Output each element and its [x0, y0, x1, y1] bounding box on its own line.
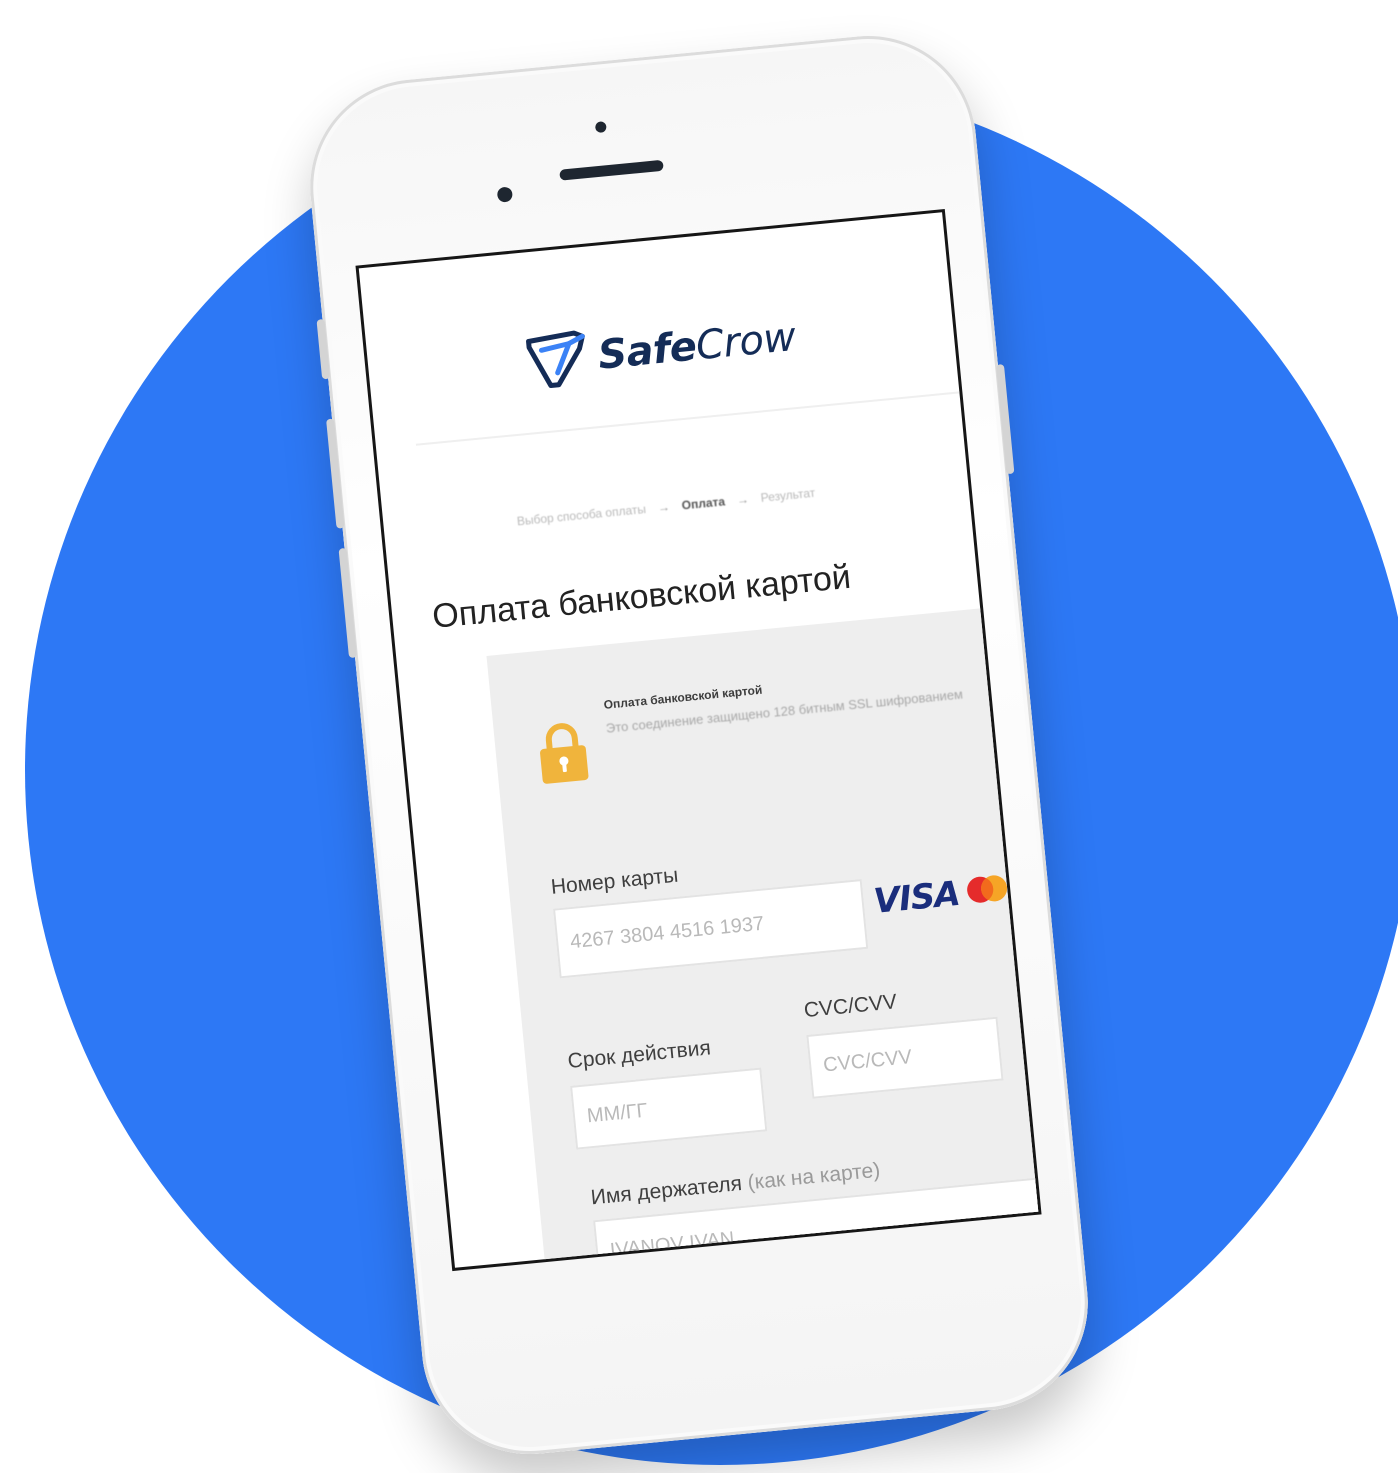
step-arrow-icon: → [736, 492, 750, 508]
expiry-label: Срок действия [566, 1036, 712, 1073]
brand-name-strong: Safe [596, 323, 699, 379]
cvc-input[interactable]: CVC/CVV [806, 1016, 1004, 1099]
brand-name-light: Crow [693, 313, 798, 370]
security-text: Это соединение защищено 128 битным SSL ш… [605, 686, 964, 736]
cvc-label: CVC/CVV [802, 990, 898, 1023]
payment-form: Оплата банковской картой Это соединение … [486, 604, 1042, 1272]
step-payment-method[interactable]: Выбор способа оплаты [516, 502, 646, 528]
brand-logo[interactable]: SafeCrow [365, 282, 956, 418]
step-result: Результат [760, 485, 816, 505]
cardholder-label-main: Имя держателя [589, 1171, 743, 1210]
phone-mockup: SafeCrow Выбор способа оплаты → Оплата →… [300, 26, 1098, 1464]
safecrow-shield-logo-icon [524, 328, 591, 392]
security-notice: Оплата банковской картой Это соединение … [533, 651, 1021, 806]
card-number-label: Номер карты [549, 863, 680, 899]
cardholder-label-hint: (как на карте) [746, 1158, 882, 1195]
front-camera [496, 186, 514, 203]
brand-name: SafeCrow [596, 314, 797, 379]
page-title: Оплата банковской картой [430, 557, 853, 636]
visa-logo: VISA [871, 873, 962, 922]
earpiece-speaker [559, 159, 664, 181]
card-brands: VISA [872, 869, 1011, 922]
proximity-sensor [594, 121, 607, 134]
checkout-steps: Выбор способа оплаты → Оплата → Результа… [384, 473, 949, 541]
phone-screen: SafeCrow Выбор способа оплаты → Оплата →… [355, 208, 1042, 1272]
stage: SafeCrow Выбор способа оплаты → Оплата →… [0, 0, 1398, 1473]
step-payment: Оплата [681, 494, 726, 513]
step-arrow-icon: → [657, 499, 671, 515]
mastercard-icon [964, 873, 1011, 910]
expiry-input[interactable]: ММ/ГГ [570, 1067, 768, 1150]
lock-icon [535, 720, 591, 791]
